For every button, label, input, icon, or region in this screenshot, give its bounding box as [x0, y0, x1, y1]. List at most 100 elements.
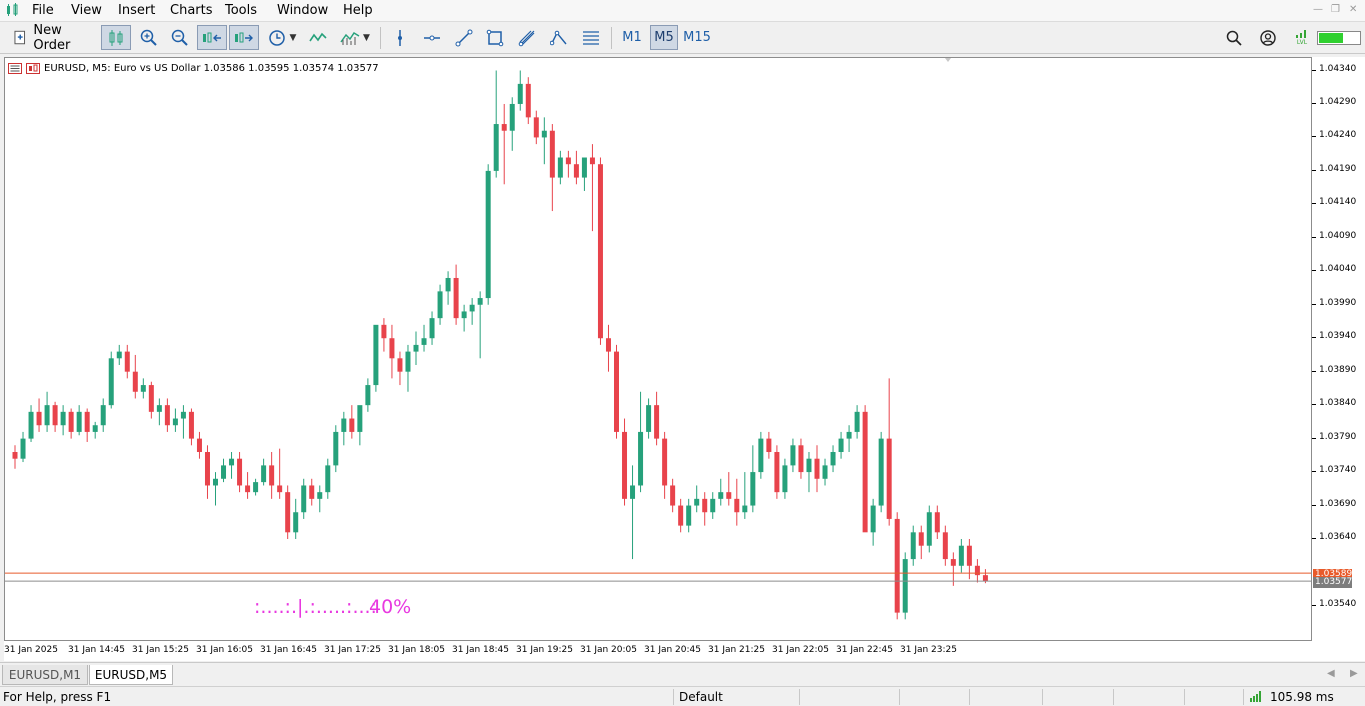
price-axis-label: 1.04040 [1319, 264, 1357, 275]
menu-window[interactable]: Window [277, 3, 328, 18]
candle-body [389, 338, 395, 359]
account-button[interactable] [1257, 25, 1279, 50]
time-axis-label: 31 Jan 22:05 [772, 645, 829, 655]
tab-eurusd-m1[interactable]: EURUSD,M1 [2, 665, 88, 685]
candle-body [894, 518, 900, 613]
vertical-line-button[interactable] [388, 25, 412, 50]
minimize-icon[interactable]: — [1313, 4, 1323, 15]
menu-bar: File View Insert Charts Tools Window Hel… [0, 0, 1365, 22]
indicators-button[interactable] [306, 25, 330, 50]
chart-shift-marker[interactable] [945, 58, 951, 62]
price-axis-tick [1312, 404, 1316, 406]
candle-body [164, 405, 170, 426]
close-icon[interactable]: ✕ [1349, 4, 1357, 15]
timeframe-m1-button[interactable]: M1 [618, 25, 646, 50]
candle-body [44, 405, 50, 426]
candle-body [301, 485, 307, 513]
candle-body [549, 130, 555, 178]
timeframe-m5-button[interactable]: M5 [650, 25, 678, 50]
candle-body [12, 452, 18, 459]
candle-body [798, 445, 804, 473]
tab-scroll-right-icon[interactable]: ▶ [1350, 668, 1358, 679]
new-order-button[interactable]: New Order [10, 23, 100, 53]
fibonacci-button[interactable] [515, 25, 539, 50]
rectangle-button[interactable] [483, 25, 507, 50]
candle-body [333, 431, 339, 466]
connection-bar-icon [1316, 30, 1361, 45]
price-axis-label: 1.04190 [1319, 163, 1357, 174]
candle-body [646, 405, 652, 432]
candle-body [213, 478, 218, 486]
candle-body [678, 505, 684, 526]
signal-level-icon [1296, 30, 1306, 38]
candle-body [349, 418, 355, 432]
price-axis-tick [1312, 504, 1316, 506]
price-axis-label: 1.03690 [1319, 498, 1357, 509]
horizontal-line-button[interactable] [420, 25, 444, 50]
chart-shift-button[interactable] [229, 25, 259, 50]
status-divider [673, 689, 674, 705]
candle-body [614, 351, 619, 432]
candle-body [630, 485, 636, 499]
candle-body [477, 298, 483, 305]
objects-list-button[interactable] [579, 25, 603, 50]
candle-body [237, 458, 243, 486]
price-axis-tick [1312, 270, 1316, 272]
auto-scroll-button[interactable] [197, 25, 227, 50]
candle-body [229, 458, 235, 466]
indicator-list-icon [340, 31, 360, 45]
vertical-line-icon [398, 29, 402, 46]
candle-body [670, 485, 676, 506]
price-scale[interactable] [1312, 57, 1365, 641]
candle-body [76, 411, 82, 432]
zoom-in-button[interactable] [137, 25, 161, 50]
indicators-menu-button[interactable]: ▼ [336, 25, 374, 50]
chevron-down-icon: ▼ [363, 32, 370, 43]
candle-body [541, 130, 547, 138]
candlestick-chart-button[interactable] [101, 25, 131, 50]
menu-tools[interactable]: Tools [225, 3, 257, 18]
candle-body [774, 452, 780, 493]
candle-body [293, 512, 299, 533]
candle-body [910, 532, 916, 560]
candle-body [525, 83, 531, 118]
pitchfork-icon [550, 30, 567, 45]
new-order-icon [14, 30, 26, 44]
menu-help[interactable]: Help [343, 3, 373, 18]
trendline-button[interactable] [452, 25, 476, 50]
price-axis-label: 1.03740 [1319, 465, 1357, 476]
time-axis-label: 31 Jan 23:25 [900, 645, 957, 655]
menu-file[interactable]: File [32, 3, 54, 18]
price-axis-label: 1.03840 [1319, 398, 1357, 409]
signal-level-button[interactable]: LVL [1291, 25, 1313, 50]
tab-scroll-left-icon[interactable]: ◀ [1327, 668, 1335, 679]
chart-title: EURUSD, M5: Euro vs US Dollar 1.03586 1.… [8, 61, 379, 75]
chevron-down-icon: ▼ [289, 32, 297, 43]
tab-eurusd-m5[interactable]: EURUSD,M5 [89, 665, 173, 685]
periods-button[interactable]: ▼ [263, 25, 301, 50]
price-axis-tick [1312, 437, 1316, 439]
price-axis-tick [1312, 471, 1316, 473]
search-button[interactable] [1223, 25, 1245, 50]
candle-body [509, 103, 515, 131]
zoom-out-button[interactable] [168, 25, 192, 50]
candle-body [461, 311, 467, 319]
price-axis-label: 1.03640 [1319, 532, 1357, 542]
candle-body [269, 465, 275, 486]
menu-charts[interactable]: Charts [170, 3, 213, 18]
candle-body [710, 498, 716, 513]
signal-strength-icon [1250, 691, 1261, 702]
chart-area[interactable] [4, 57, 1312, 641]
candle-body [982, 575, 988, 582]
price-axis-tick [1312, 102, 1316, 104]
indicator-line-icon [309, 32, 327, 41]
price-axis-label: 1.03990 [1319, 297, 1357, 308]
candle-body [662, 438, 668, 486]
menu-view[interactable]: View [71, 3, 102, 18]
pitchfork-button[interactable] [547, 25, 571, 50]
zoom-out-icon [171, 29, 188, 46]
timeframe-m15-button[interactable]: M15 [681, 25, 713, 50]
candle-body [806, 458, 812, 473]
restore-icon[interactable]: ❐ [1331, 4, 1340, 15]
menu-insert[interactable]: Insert [118, 3, 155, 18]
